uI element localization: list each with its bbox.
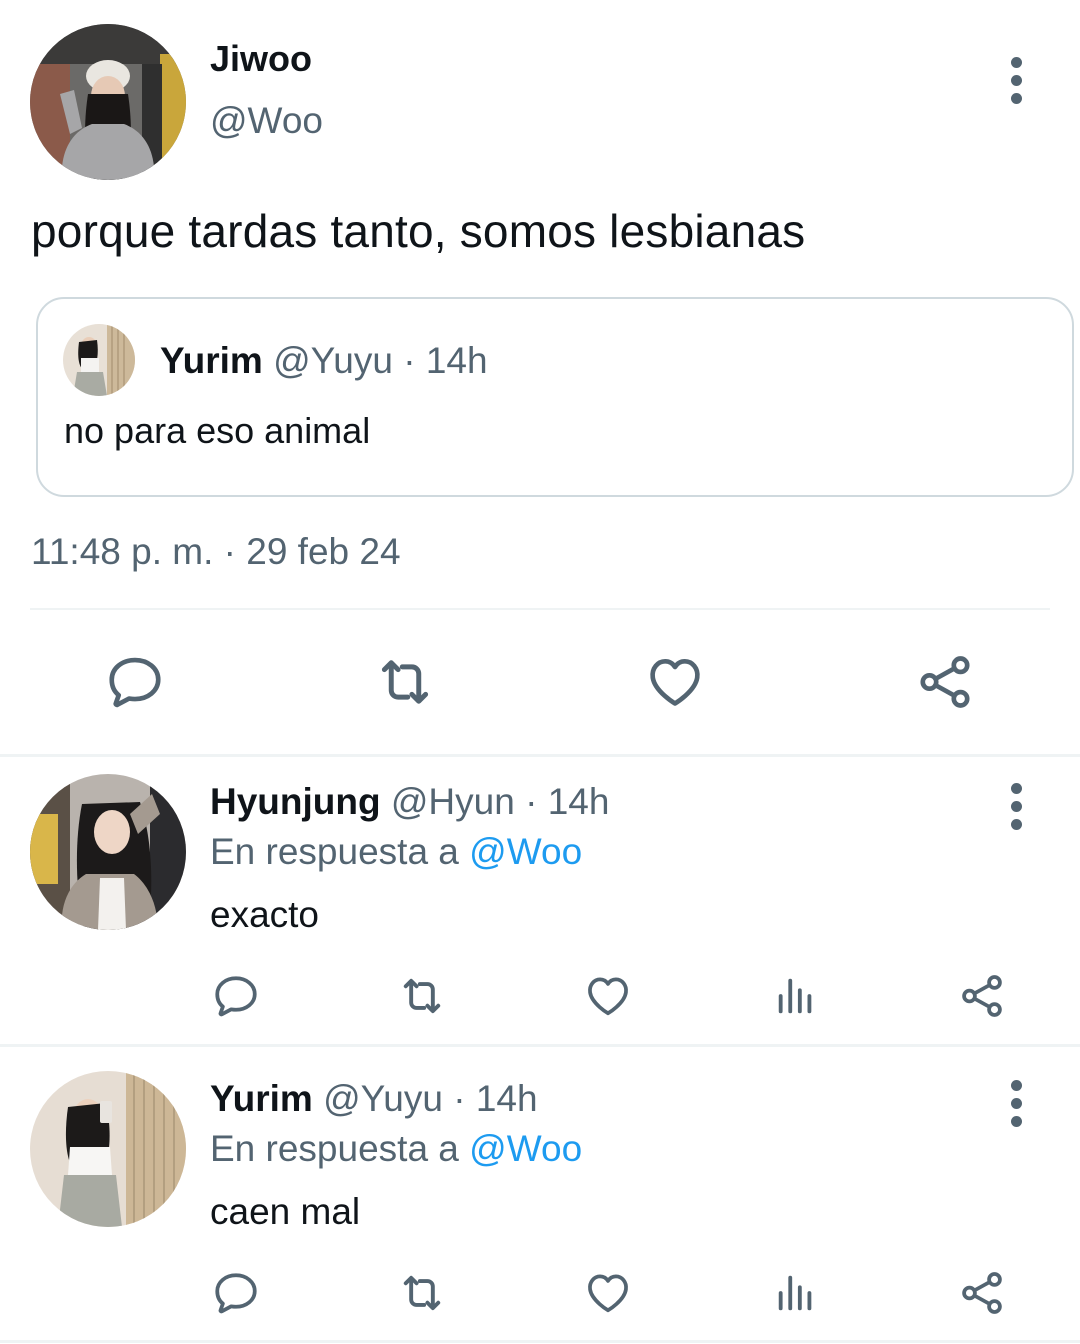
reply-author[interactable]: Hyunjung @Hyun · 14h	[210, 781, 609, 823]
share-button[interactable]	[910, 650, 980, 714]
retweet-button[interactable]	[396, 1267, 448, 1319]
quoted-author[interactable]: Yurim @Yuyu · 14h	[160, 340, 488, 382]
mention-link[interactable]: @Woo	[469, 831, 582, 872]
reply-text: caen mal	[210, 1191, 361, 1232]
reply-icon	[211, 1268, 261, 1318]
reply-author-name[interactable]: Yurim	[210, 1078, 313, 1119]
reply-button[interactable]	[210, 970, 262, 1022]
reply-meta: @Yuyu · 14h	[323, 1078, 538, 1119]
quoted-tweet-card[interactable]	[36, 297, 1074, 497]
like-button[interactable]	[582, 970, 634, 1022]
views-icon	[773, 1270, 819, 1316]
views-button[interactable]	[770, 970, 822, 1022]
more-options-icon[interactable]	[1011, 57, 1023, 111]
quoted-meta: @Yuyu · 14h	[273, 340, 488, 381]
divider	[0, 1340, 1080, 1343]
reply-author-avatar[interactable]	[30, 774, 186, 930]
divider	[0, 754, 1080, 757]
more-options-icon[interactable]	[1011, 1080, 1023, 1134]
share-icon	[914, 651, 976, 713]
quoted-author-avatar	[63, 324, 135, 396]
share-button[interactable]	[956, 1267, 1008, 1319]
tweet-timestamp[interactable]: 11:48 p. m. · 29 feb 24	[31, 531, 401, 573]
like-icon	[583, 971, 633, 1021]
like-icon	[583, 1268, 633, 1318]
reply-icon	[104, 651, 166, 713]
reply-author[interactable]: Yurim @Yuyu · 14h	[210, 1078, 538, 1120]
like-icon	[644, 651, 706, 713]
quoted-text: no para eso animal	[64, 410, 371, 451]
reply-author-name[interactable]: Hyunjung	[210, 781, 381, 822]
retweet-icon	[396, 1266, 448, 1320]
like-button[interactable]	[582, 1267, 634, 1319]
in-reply-prefix: En respuesta a	[210, 1128, 470, 1169]
more-options-icon[interactable]	[1011, 783, 1023, 837]
in-reply-to: En respuesta a @Woo	[210, 831, 582, 873]
reply-button[interactable]	[210, 1267, 262, 1319]
author-name[interactable]: Jiwoo	[210, 38, 312, 80]
share-button[interactable]	[956, 970, 1008, 1022]
author-handle[interactable]: @Woo	[210, 100, 323, 142]
divider	[0, 1044, 1080, 1047]
views-button[interactable]	[770, 1267, 822, 1319]
quoted-author-name[interactable]: Yurim	[160, 340, 263, 381]
mention-link[interactable]: @Woo	[469, 1128, 582, 1169]
author-avatar[interactable]	[30, 24, 186, 180]
views-icon	[773, 973, 819, 1019]
reply-icon	[211, 971, 261, 1021]
tweet-text: porque tardas tanto, somos lesbianas	[31, 205, 806, 257]
reply-meta: @Hyun · 14h	[390, 781, 610, 822]
reply-author-avatar[interactable]	[30, 1071, 186, 1227]
retweet-icon	[396, 969, 448, 1023]
in-reply-to: En respuesta a @Woo	[210, 1128, 582, 1170]
divider	[30, 608, 1050, 610]
retweet-button[interactable]	[396, 970, 448, 1022]
reply-text: exacto	[210, 894, 320, 935]
retweet-button[interactable]	[370, 650, 440, 714]
share-icon	[957, 1268, 1007, 1318]
retweet-icon	[372, 649, 438, 715]
like-button[interactable]	[640, 650, 710, 714]
share-icon	[957, 971, 1007, 1021]
reply-button[interactable]	[100, 650, 170, 714]
in-reply-prefix: En respuesta a	[210, 831, 470, 872]
